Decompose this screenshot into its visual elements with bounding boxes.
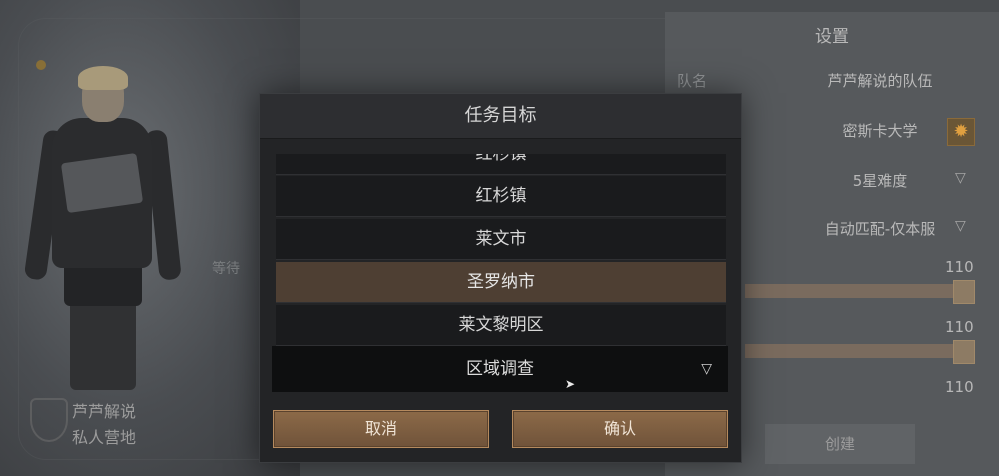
list-item[interactable]: 莱文市 (276, 219, 726, 260)
match-mode-value[interactable]: 自动匹配-仅本服 (775, 218, 985, 239)
list-item[interactable]: 红杉镇 (276, 154, 726, 175)
modal-title: 任务目标 (260, 94, 741, 139)
player-name: 芦芦解说 (72, 402, 137, 421)
option-list[interactable]: 红杉镇 红杉镇 莱文市 圣罗纳市 莱文黎明区 (276, 154, 726, 346)
slider-value-1: 110 (945, 258, 974, 276)
slider-knob[interactable] (953, 340, 975, 364)
player-character (23, 66, 182, 390)
settings-title: 设置 (815, 27, 849, 47)
gear-icon[interactable]: ✹ (947, 118, 975, 146)
cancel-button[interactable]: 取消 (273, 410, 489, 448)
team-name-label: 队名 (677, 72, 708, 90)
create-button[interactable]: 创建 (765, 424, 915, 464)
confirm-button[interactable]: 确认 (512, 410, 728, 448)
character-shirt-print (60, 152, 144, 214)
task-target-modal: 任务目标 红杉镇 红杉镇 莱文市 圣罗纳市 莱文黎明区 区域调查 ▽ ➤ 取消 … (259, 93, 742, 463)
slider-value-3: 110 (945, 378, 974, 396)
slider-knob[interactable] (953, 280, 975, 304)
slider-value-2: 110 (945, 318, 974, 336)
slider-2[interactable] (745, 340, 975, 364)
waiting-text: 等待 (212, 261, 240, 277)
mouse-cursor-icon: ➤ (565, 377, 576, 391)
list-item[interactable]: 红杉镇 (276, 176, 726, 217)
team-name-value[interactable]: 芦芦解说的队伍 (775, 70, 985, 91)
dropdown-value: 区域调查 (466, 359, 534, 379)
chevron-down-icon[interactable]: ▽ (955, 170, 966, 186)
camp-name: 私人营地 (72, 428, 137, 447)
chevron-down-icon[interactable]: ▽ (955, 218, 966, 234)
mode-dropdown[interactable]: 区域调查 ▽ (272, 346, 728, 392)
character-hair (78, 66, 128, 90)
difficulty-value[interactable]: 5星难度 (775, 170, 985, 191)
list-item[interactable]: 莱文黎明区 (276, 305, 726, 346)
chevron-down-icon[interactable]: ▽ (701, 346, 712, 392)
camp-emblem-icon (30, 398, 68, 442)
list-item-selected[interactable]: 圣罗纳市 (276, 262, 726, 303)
slider-1[interactable] (745, 280, 975, 304)
notification-dot (36, 60, 46, 70)
